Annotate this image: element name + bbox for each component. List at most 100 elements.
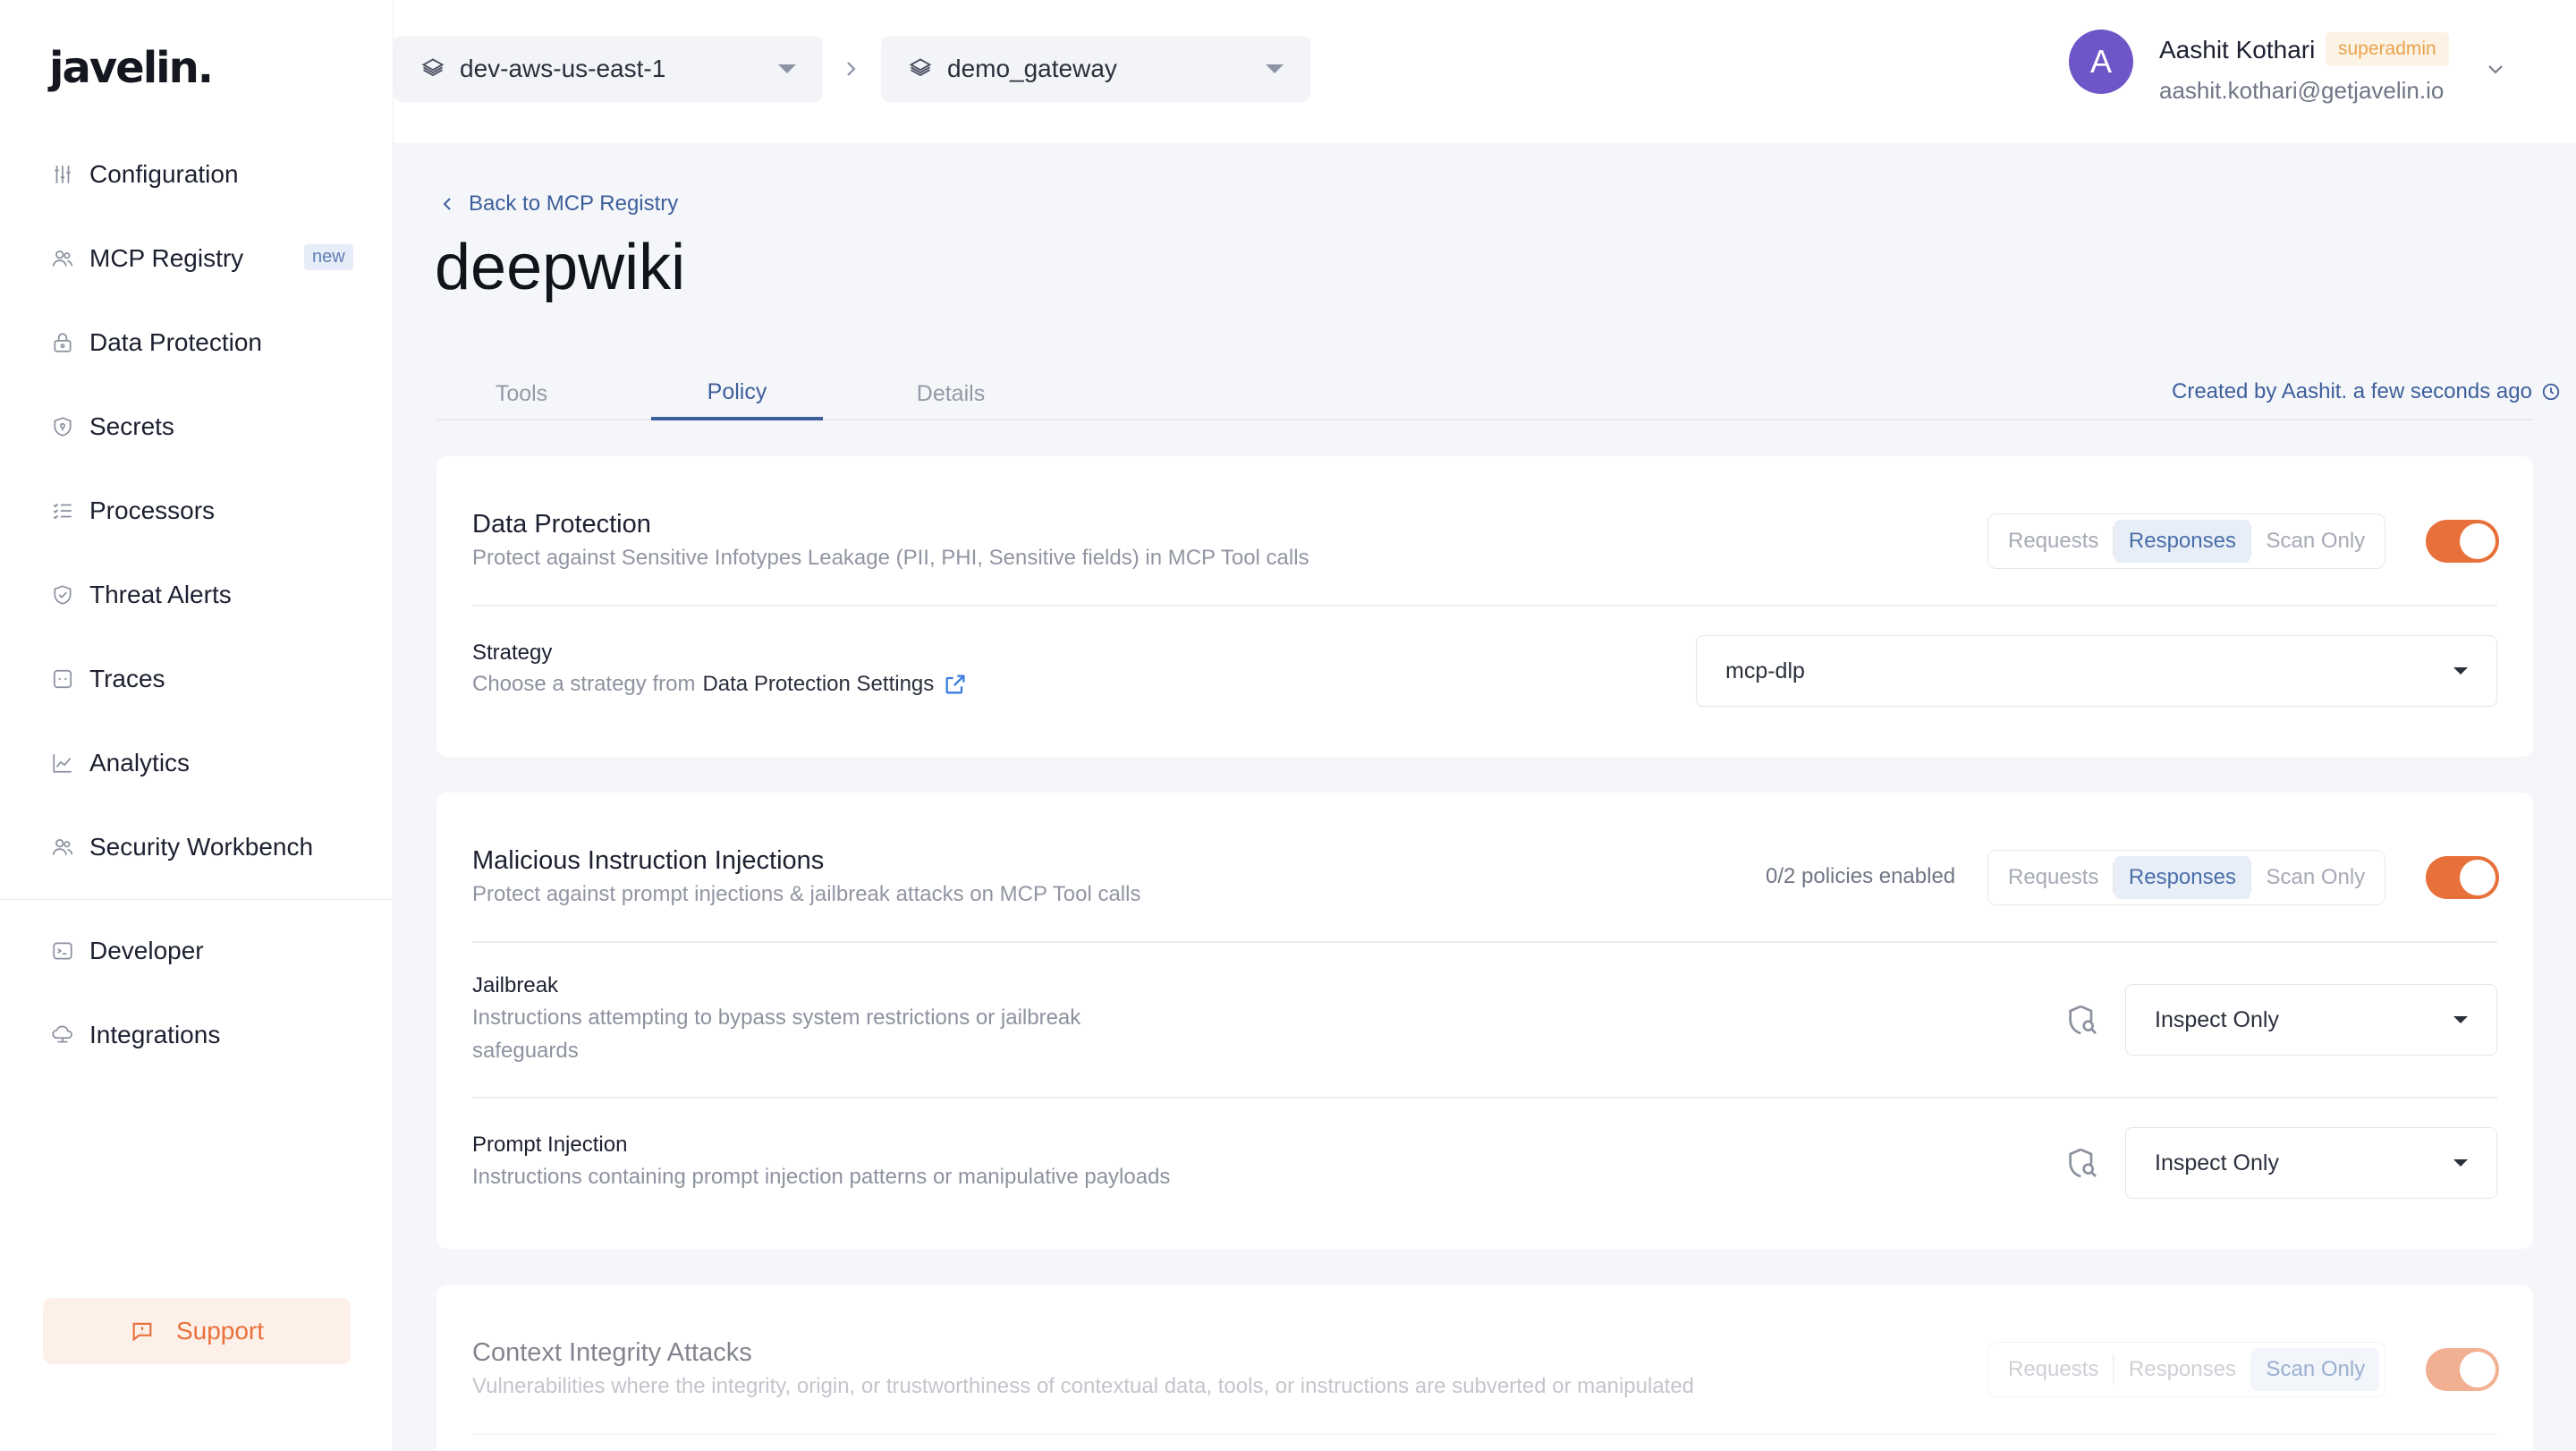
policies-enabled-count: 0/2 policies enabled [1766, 864, 1956, 888]
scope-responses-option[interactable]: Responses [2114, 1348, 2250, 1391]
new-badge: new [304, 244, 353, 270]
sidebar-item-label: Data Protection [89, 328, 262, 356]
sidebar: javelin. Configuration MCP Registry new … [0, 0, 394, 1451]
environment-value: dev-aws-us-east-1 [460, 55, 666, 82]
layers-icon [909, 58, 932, 77]
chevron-down-icon[interactable] [2482, 55, 2509, 82]
malicious-injections-toggle[interactable] [2426, 856, 2499, 899]
sidebar-item-label: Threat Alerts [89, 581, 232, 608]
jailbreak-action-value: Inspect Only [2155, 1006, 2279, 1032]
scope-requests-option[interactable]: Requests [1994, 520, 2113, 563]
sidebar-item-label: MCP Registry [89, 244, 244, 272]
scope-scan-only-option[interactable]: Scan Only [2251, 856, 2379, 899]
scope-responses-option[interactable]: Responses [2114, 856, 2250, 899]
line-chart-icon [50, 751, 75, 776]
caret-down-icon [778, 64, 796, 73]
shield-search-icon[interactable] [2064, 1145, 2100, 1181]
user-email: aashit.kothari@getjavelin.io [2159, 77, 2445, 104]
shield-key-icon [50, 414, 75, 439]
sidebar-item-threat-alerts[interactable]: Threat Alerts [50, 568, 363, 622]
row-divider [472, 605, 2497, 607]
data-protection-card: Data Protection Protect against Sensitiv… [436, 456, 2533, 757]
data-protection-toggle[interactable] [2426, 520, 2499, 563]
malicious-injections-card: Malicious Instruction Injections Protect… [436, 793, 2533, 1249]
scope-scan-only-option[interactable]: Scan Only [2251, 1348, 2380, 1391]
toggle-knob [2460, 860, 2496, 895]
gateway-select[interactable]: demo_gateway [881, 36, 1310, 102]
section-description: Protect against Sensitive Infotypes Leak… [472, 546, 1309, 570]
shield-search-icon[interactable] [2064, 1002, 2100, 1038]
sidebar-item-configuration[interactable]: Configuration [50, 148, 363, 201]
section-description: Vulnerabilities where the integrity, ori… [472, 1374, 1695, 1398]
back-link-label: Back to MCP Registry [469, 191, 679, 216]
scope-scan-only-option[interactable]: Scan Only [2251, 520, 2379, 563]
data-protection-settings-link[interactable]: Data Protection Settings [702, 667, 934, 700]
prompt-injection-action-value: Inspect Only [2155, 1150, 2279, 1175]
caret-down-icon [2453, 1016, 2468, 1023]
scope-segmented-control: Requests Responses Scan Only [1987, 513, 2386, 569]
gateway-value: demo_gateway [947, 55, 1117, 82]
sidebar-item-traces[interactable]: Traces [50, 652, 363, 706]
strategy-select[interactable]: mcp-dlp [1696, 635, 2497, 707]
sidebar-item-data-protection[interactable]: Data Protection [50, 316, 363, 369]
chevron-left-icon [443, 198, 451, 210]
section-description: Protect against prompt injections & jail… [472, 882, 1141, 906]
strategy-description: Choose a strategy from Data Protection S… [472, 667, 968, 700]
sidebar-item-label: Analytics [89, 749, 191, 776]
jailbreak-desc-line: Instructions attempting to bypass system… [472, 1006, 1081, 1030]
sidebar-item-secrets[interactable]: Secrets [50, 400, 363, 454]
scope-requests-option[interactable]: Requests [1994, 1348, 2113, 1391]
prompt-injection-action-select[interactable]: Inspect Only [2125, 1127, 2497, 1199]
chat-help-icon [132, 1322, 152, 1342]
list-check-icon [50, 498, 75, 523]
square-dashed-icon [50, 666, 75, 692]
tab-details[interactable]: Details [866, 367, 1036, 420]
section-title: Context Integrity Attacks [472, 1338, 752, 1367]
sidebar-item-label: Configuration [89, 160, 239, 188]
sidebar-item-security-workbench[interactable]: Security Workbench [50, 820, 363, 874]
row-divider [472, 1433, 2497, 1435]
sidebar-item-label: Security Workbench [89, 833, 314, 861]
toggle-knob [2460, 523, 2496, 559]
tab-policy[interactable]: Policy [651, 367, 823, 420]
page-title: deepwiki [435, 232, 686, 303]
lock-icon [50, 330, 75, 355]
row-divider [472, 941, 2497, 943]
prompt-injection-title: Prompt Injection [472, 1133, 628, 1157]
user-name: Aashit Kothari [2159, 36, 2316, 64]
section-title: Malicious Instruction Injections [472, 846, 825, 875]
sidebar-item-integrations[interactable]: Integrations [50, 1008, 363, 1062]
sidebar-item-label: Traces [89, 665, 165, 692]
jailbreak-action-select[interactable]: Inspect Only [2125, 984, 2497, 1056]
scope-responses-option[interactable]: Responses [2114, 520, 2250, 563]
jailbreak-title: Jailbreak [472, 973, 559, 997]
context-integrity-toggle[interactable] [2426, 1348, 2499, 1391]
back-to-registry-link[interactable]: Back to MCP Registry [440, 191, 678, 216]
sidebar-item-label: Processors [89, 496, 216, 524]
external-link-icon[interactable] [943, 672, 968, 697]
chevron-right-icon [847, 62, 856, 76]
environment-select[interactable]: dev-aws-us-east-1 [394, 36, 823, 102]
strategy-value: mcp-dlp [1725, 658, 1805, 683]
support-button[interactable]: Support [43, 1298, 351, 1364]
sidebar-item-developer[interactable]: Developer [50, 924, 363, 978]
users-icon [50, 246, 75, 271]
row-divider [472, 1097, 2497, 1099]
avatar[interactable]: A [2069, 30, 2133, 94]
sliders-icon [50, 162, 75, 187]
scope-requests-option[interactable]: Requests [1994, 856, 2113, 899]
strategy-title: Strategy [472, 641, 553, 665]
sidebar-item-label: Secrets [89, 412, 174, 440]
sidebar-item-label: Integrations [89, 1021, 221, 1048]
context-integrity-card: Context Integrity Attacks Vulnerabilitie… [436, 1285, 2533, 1451]
strategy-desc-prefix: Choose a strategy from [472, 672, 696, 696]
created-by-text: Created by Aashit. a few seconds ago [2172, 379, 2532, 403]
terminal-icon [50, 938, 75, 963]
shield-check-icon [50, 582, 75, 607]
clock-icon [2542, 383, 2560, 401]
tab-tools[interactable]: Tools [436, 367, 606, 420]
sidebar-item-analytics[interactable]: Analytics [50, 736, 363, 790]
caret-down-icon [2453, 1159, 2468, 1167]
sidebar-item-processors[interactable]: Processors [50, 484, 363, 538]
javelin-logo[interactable]: javelin. [49, 43, 214, 93]
